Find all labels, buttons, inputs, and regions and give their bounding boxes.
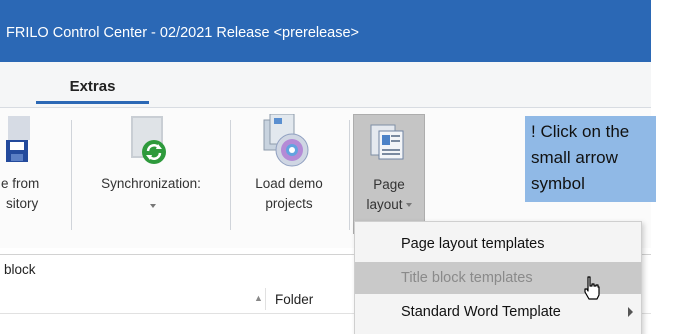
save-to-repository-label-2: sitory	[6, 196, 39, 211]
demo-projects-icon	[263, 114, 309, 167]
tab-active-indicator	[36, 101, 149, 104]
tab-extras[interactable]: Extras	[36, 74, 149, 104]
load-demo-projects-label-1: Load demo	[255, 176, 323, 191]
page-layout-button[interactable]: Page layout	[353, 114, 425, 234]
page-layout-label-row: layout	[354, 197, 424, 212]
instruction-callout: ! Click on the small arrow symbol	[525, 116, 656, 202]
ribbon-separator	[71, 120, 72, 230]
menu-item-label: Standard Word Template	[401, 304, 561, 320]
callout-line-2: small arrow	[531, 148, 618, 167]
hand-cursor-icon	[584, 276, 600, 300]
menu-item-page-layout-templates[interactable]: Page layout templates	[355, 228, 641, 260]
page-layout-label-2: layout	[366, 197, 403, 212]
tab-extras-label: Extras	[69, 78, 116, 95]
menu-item-label: Page layout templates	[401, 236, 545, 252]
synchronization-label: Synchronization:	[101, 176, 201, 191]
callout-line-3: symbol	[531, 174, 585, 193]
ribbon-separator	[230, 120, 231, 230]
title-bar: FRILO Control Center - 02/2021 Release <…	[0, 0, 651, 62]
save-to-repository-label-1: e from	[1, 176, 40, 191]
page-layout-label-1: Page	[373, 177, 405, 192]
callout-line-1: ! Click on the	[531, 122, 630, 141]
synchronization-button[interactable]: Synchronization:	[80, 108, 222, 238]
save-to-repository-button[interactable]: e from sitory	[0, 108, 62, 238]
column-divider[interactable]	[265, 288, 266, 310]
page-layout-dropdown-arrow[interactable]	[405, 203, 412, 208]
synchronization-dropdown-arrow[interactable]	[80, 198, 222, 213]
menu-item-label: Title block templates	[401, 270, 533, 286]
ribbon-tab-strip: Extras	[0, 62, 651, 108]
synchronization-icon	[131, 116, 166, 164]
ribbon-separator	[349, 120, 350, 230]
submenu-arrow-icon	[628, 307, 633, 317]
folder-column-header[interactable]: Folder	[275, 292, 313, 307]
sort-ascending-icon[interactable]: ▲	[254, 293, 263, 303]
page-layout-icon	[370, 124, 404, 160]
search-text: block	[4, 262, 36, 277]
floppy-disk-icon	[6, 116, 30, 162]
window-title: FRILO Control Center - 02/2021 Release <…	[6, 25, 360, 41]
load-demo-projects-button[interactable]: Load demo projects	[236, 108, 342, 238]
load-demo-projects-label-2: projects	[265, 196, 313, 211]
